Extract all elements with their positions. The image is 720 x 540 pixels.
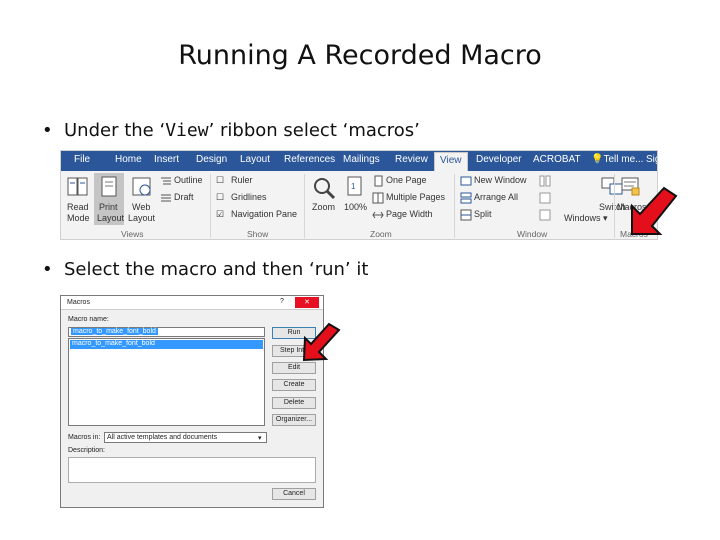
macro-name-label: Macro name: (68, 316, 109, 323)
tab-sign[interactable]: Sig (646, 154, 657, 165)
help-icon[interactable]: ? (280, 298, 284, 305)
web-layout-icon (132, 177, 151, 196)
red-arrow-run-icon (302, 322, 341, 362)
print-layout-label-2: Layout (97, 213, 125, 223)
macro-name-input[interactable]: macro_to_make_font_bold (68, 327, 265, 337)
read-mode-button[interactable]: Read (67, 202, 89, 212)
draft-icon (161, 194, 171, 202)
bullet-view-ribbon: • Under the ‘View’ ribbon select ‘macros’ (42, 120, 420, 141)
lightbulb-icon: 💡 (591, 154, 604, 165)
view-side-by-side-icon[interactable] (539, 175, 551, 187)
web-layout-label-2: Layout (128, 213, 156, 223)
svg-text:1: 1 (351, 182, 356, 191)
new-window-icon (460, 176, 472, 186)
close-icon[interactable]: ✕ (295, 297, 319, 308)
navigation-pane-label: Navigation Pane (231, 209, 298, 219)
tab-home[interactable]: Home (115, 154, 142, 165)
multiple-pages-icon (372, 192, 384, 204)
views-group-label: Views (121, 229, 144, 239)
slide-title: Running A Recorded Macro (178, 40, 542, 71)
delete-button[interactable]: Delete (272, 397, 316, 409)
macros-dialog: Macros ? ✕ Macro name: macro_to_make_fon… (60, 295, 324, 508)
description-box (68, 457, 316, 483)
organizer-button[interactable]: Organizer... (272, 414, 316, 426)
page-width-icon (372, 211, 384, 219)
reset-window-position-icon[interactable] (539, 209, 551, 221)
ribbon-tab-bar: File Home Insert Design Layout Reference… (61, 151, 657, 171)
ruler-checkbox[interactable]: ☐ (216, 175, 224, 186)
outline-button[interactable]: Outline (174, 175, 203, 185)
bullet1-code: View (165, 120, 209, 141)
group-separator (614, 174, 615, 238)
outline-icon (161, 177, 171, 185)
macros-in-label: Macros in: (68, 434, 101, 441)
macro-list[interactable]: macro_to_make_font_bold (68, 338, 265, 426)
show-group-label: Show (247, 229, 269, 239)
gridlines-label: Gridlines (231, 192, 267, 202)
print-layout-label: Print (99, 202, 118, 212)
print-layout-icon (101, 176, 117, 197)
ruler-label: Ruler (231, 175, 253, 185)
tab-mailings[interactable]: Mailings (343, 154, 380, 165)
red-arrow-macros-icon (631, 186, 678, 235)
draft-button[interactable]: Draft (174, 192, 194, 202)
navigation-pane-checkbox[interactable]: ☑ (216, 209, 224, 220)
split-icon (460, 209, 472, 221)
list-item[interactable]: macro_to_make_font_bold (70, 340, 263, 349)
create-button[interactable]: Create (272, 379, 316, 391)
tab-file[interactable]: File (74, 154, 90, 165)
synchronous-scrolling-icon[interactable] (539, 192, 551, 204)
bullet1-suffix: ’ ribbon select ‘macros’ (208, 120, 420, 141)
bullet2-text: Select the macro and then ‘run’ it (64, 259, 369, 280)
word-ribbon: File Home Insert Design Layout Reference… (60, 150, 658, 240)
group-separator (210, 174, 211, 238)
bullet1-prefix: Under the ‘ (64, 120, 166, 141)
group-separator (454, 174, 455, 238)
tab-insert[interactable]: Insert (154, 154, 179, 165)
gridlines-checkbox[interactable]: ☐ (216, 192, 224, 203)
arrange-all-button[interactable]: Arrange All (474, 192, 518, 202)
switch-windows-label-2: Windows ▾ (564, 213, 608, 223)
tab-references[interactable]: References (284, 154, 335, 165)
window-group-label: Window (517, 229, 548, 239)
split-button[interactable]: Split (474, 209, 492, 219)
one-page-button[interactable]: One Page (386, 175, 427, 185)
read-mode-label-2: Mode (67, 213, 90, 223)
zoom-button[interactable]: Zoom (312, 202, 335, 212)
macros-in-value: All active templates and documents (107, 434, 218, 441)
multiple-pages-button[interactable]: Multiple Pages (386, 192, 445, 202)
read-mode-icon (67, 177, 88, 196)
zoom-group-label: Zoom (370, 229, 392, 239)
tell-me-label: Tell me... (603, 154, 644, 165)
chevron-down-icon: ▾ (258, 435, 262, 442)
zoom-100-icon: 1 (347, 176, 362, 196)
magnifier-icon (314, 178, 336, 200)
bullet-dot: • (42, 120, 53, 141)
tab-layout[interactable]: Layout (240, 154, 270, 165)
web-layout-button[interactable]: Web (132, 202, 150, 212)
list-item-label: macro_to_make_font_bold (72, 340, 155, 347)
dialog-titlebar: Macros ? ✕ (61, 296, 323, 310)
zoom-100-button[interactable]: 100% (344, 202, 367, 212)
bullet-select-run: • Select the macro and then ‘run’ it (42, 259, 368, 280)
tab-tell-me[interactable]: 💡Tell me... (591, 154, 643, 165)
tab-developer[interactable]: Developer (476, 154, 522, 165)
tab-design[interactable]: Design (196, 154, 227, 165)
tab-review[interactable]: Review (395, 154, 428, 165)
cancel-button[interactable]: Cancel (272, 488, 316, 500)
arrange-all-icon (460, 192, 472, 204)
edit-button[interactable]: Edit (272, 362, 316, 374)
macro-name-value: macro_to_make_font_bold (71, 328, 158, 335)
description-label: Description: (68, 447, 105, 454)
dialog-title: Macros (67, 299, 90, 306)
macros-in-select[interactable]: All active templates and documents ▾ (104, 432, 267, 443)
tab-acrobat[interactable]: ACROBAT (533, 154, 581, 165)
tab-view[interactable]: View (434, 152, 468, 171)
one-page-icon (374, 175, 383, 187)
new-window-button[interactable]: New Window (474, 175, 527, 185)
bullet-dot: • (42, 259, 53, 280)
group-separator (304, 174, 305, 238)
page-width-button[interactable]: Page Width (386, 209, 433, 219)
